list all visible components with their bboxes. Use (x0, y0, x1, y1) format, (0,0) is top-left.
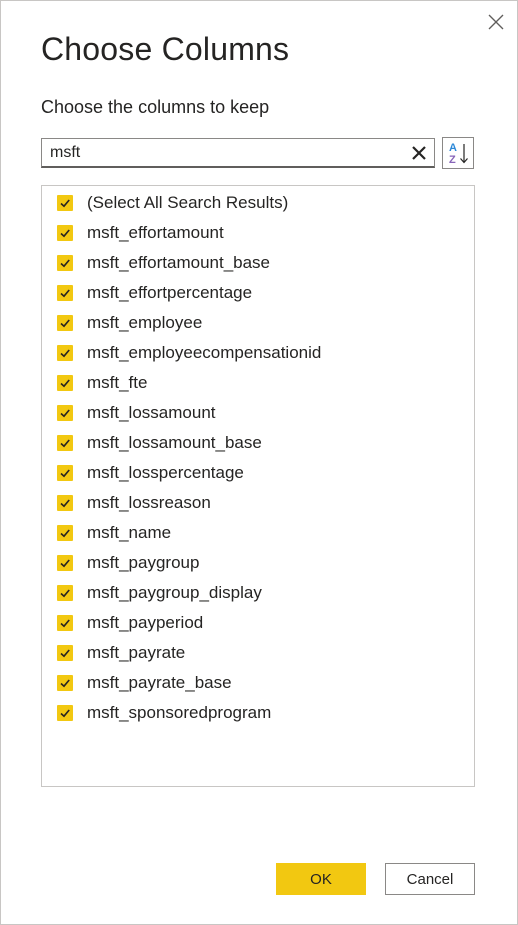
list-item-label: msft_payperiod (87, 613, 204, 632)
list-item[interactable]: msft_effortamount (57, 218, 467, 248)
list-item-label: msft_sponsoredprogram (87, 703, 272, 722)
checkmark-icon (60, 229, 70, 238)
select-all-item[interactable]: (Select All Search Results) (57, 188, 467, 218)
checkmark-icon (60, 679, 70, 688)
list-item[interactable]: msft_effortpercentage (57, 278, 467, 308)
list-item[interactable]: msft_payrate_base (57, 668, 467, 698)
list-item-label: msft_effortamount (87, 223, 224, 242)
checkbox[interactable] (57, 585, 73, 601)
list-item[interactable]: msft_payperiod (57, 608, 467, 638)
checkbox[interactable] (57, 315, 73, 331)
list-item-label: (Select All Search Results) (87, 193, 289, 212)
checkbox[interactable] (57, 345, 73, 361)
checkmark-icon (60, 319, 70, 328)
checkbox[interactable] (57, 465, 73, 481)
list-item-label: msft_losspercentage (87, 463, 244, 482)
list-item-label: msft_paygroup (87, 553, 200, 572)
list-item[interactable]: msft_lossamount (57, 398, 467, 428)
checkmark-icon (60, 199, 70, 208)
checkbox[interactable] (57, 375, 73, 391)
checkbox[interactable] (57, 675, 73, 691)
checkbox[interactable] (57, 195, 73, 211)
list-item[interactable]: msft_losspercentage (57, 458, 467, 488)
checkmark-icon (60, 349, 70, 358)
list-item[interactable]: msft_lossamount_base (57, 428, 467, 458)
list-item-label: msft_employee (87, 313, 203, 332)
list-item[interactable]: msft_paygroup (57, 548, 467, 578)
list-item-label: msft_lossreason (87, 493, 211, 512)
choose-columns-dialog: Choose Columns Choose the columns to kee… (0, 0, 518, 925)
list-item-label: msft_effortpercentage (87, 283, 253, 302)
list-item[interactable]: msft_payrate (57, 638, 467, 668)
list-item-label: msft_lossamount_base (87, 433, 262, 452)
dialog-subtitle: Choose the columns to keep (41, 97, 270, 117)
checkbox[interactable] (57, 225, 73, 241)
dialog-title: Choose Columns (41, 31, 290, 67)
close-icon[interactable] (485, 11, 507, 33)
checkbox[interactable] (57, 285, 73, 301)
checkmark-icon (60, 379, 70, 388)
list-item[interactable]: msft_fte (57, 368, 467, 398)
checkbox[interactable] (57, 405, 73, 421)
checkbox[interactable] (57, 525, 73, 541)
checkmark-icon (60, 619, 70, 628)
checkmark-icon (60, 469, 70, 478)
list-item-label: msft_lossamount (87, 403, 216, 422)
checkmark-icon (60, 649, 70, 658)
checkmark-icon (60, 499, 70, 508)
list-item-label: msft_name (87, 523, 172, 542)
checkmark-icon (60, 439, 70, 448)
checkmark-icon (60, 709, 70, 718)
sort-button[interactable]: A Z (442, 137, 474, 169)
list-item-label: msft_payrate (87, 643, 186, 662)
list-item[interactable]: msft_effortamount_base (57, 248, 467, 278)
checkmark-icon (60, 589, 70, 598)
checkmark-icon (60, 559, 70, 568)
cancel-button[interactable]: Cancel (385, 863, 475, 895)
list-item-label: msft_fte (87, 373, 148, 392)
list-item-label: msft_payrate_base (87, 673, 232, 692)
checkmark-icon (60, 529, 70, 538)
checkbox[interactable] (57, 615, 73, 631)
sort-az-icon: A Z (449, 142, 468, 166)
checkbox[interactable] (57, 705, 73, 721)
sort-letter-z: Z (449, 154, 456, 166)
sort-letter-a: A (449, 142, 457, 154)
column-list[interactable]: (Select All Search Results) msft_effortam… (41, 185, 475, 787)
search-input[interactable] (42, 139, 402, 167)
list-item-label: msft_employeecompensationid (87, 343, 322, 362)
list-item-label: msft_paygroup_display (87, 583, 262, 602)
ok-button[interactable]: OK (276, 863, 366, 895)
checkbox[interactable] (57, 495, 73, 511)
checkbox[interactable] (57, 555, 73, 571)
checkmark-icon (60, 289, 70, 298)
checkmark-icon (60, 259, 70, 268)
checkbox[interactable] (57, 255, 73, 271)
list-item-label: msft_effortamount_base (87, 253, 271, 272)
checkmark-icon (60, 409, 70, 418)
checkbox[interactable] (57, 435, 73, 451)
search-box (41, 138, 435, 168)
checkbox[interactable] (57, 645, 73, 661)
list-item[interactable]: msft_paygroup_display (57, 578, 467, 608)
clear-x-icon[interactable] (411, 145, 427, 161)
list-item[interactable]: msft_sponsoredprogram (57, 698, 467, 728)
list-item[interactable]: msft_name (57, 518, 467, 548)
list-item[interactable]: msft_lossreason (57, 488, 467, 518)
list-item[interactable]: msft_employeecompensationid (57, 338, 467, 368)
list-item[interactable]: msft_employee (57, 308, 467, 338)
